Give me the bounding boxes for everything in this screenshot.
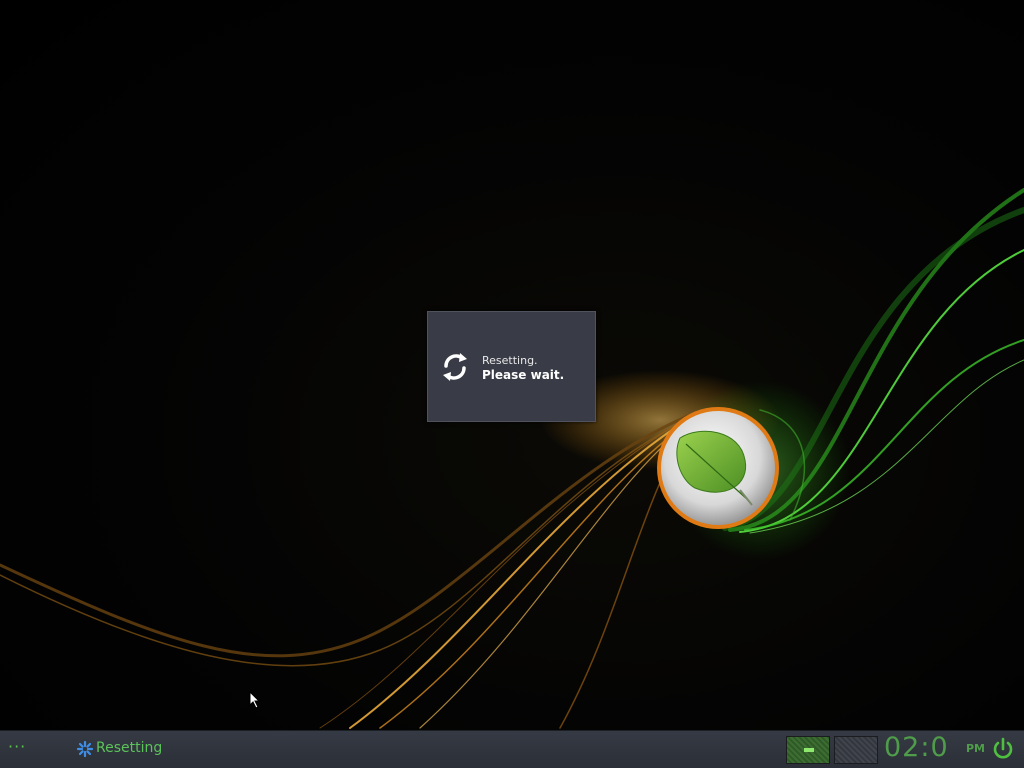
dialog-wait-text: Please wait. (482, 368, 565, 382)
gear-spinner-icon (76, 740, 94, 758)
desktop[interactable]: Resetting. Please wait. (0, 0, 1024, 730)
clock-ampm: PM (966, 742, 986, 755)
leaf-logo (657, 407, 779, 529)
taskbar: ··· Resetting 02:0 PM (0, 730, 1024, 768)
workspace-2[interactable] (834, 736, 878, 764)
clock[interactable]: 02:0 (884, 732, 949, 763)
workspace-1[interactable] (786, 736, 830, 764)
taskbar-item-label: Resetting (96, 740, 163, 756)
dialog-status-text: Resetting. (482, 354, 538, 367)
mouse-cursor-icon (249, 691, 261, 709)
reset-dialog: Resetting. Please wait. (427, 311, 596, 422)
workspace-window-preview (804, 748, 814, 752)
power-icon[interactable] (990, 736, 1016, 762)
app-menu-button[interactable]: ··· (8, 739, 32, 759)
refresh-icon (443, 353, 467, 381)
orange-waves (0, 413, 695, 729)
